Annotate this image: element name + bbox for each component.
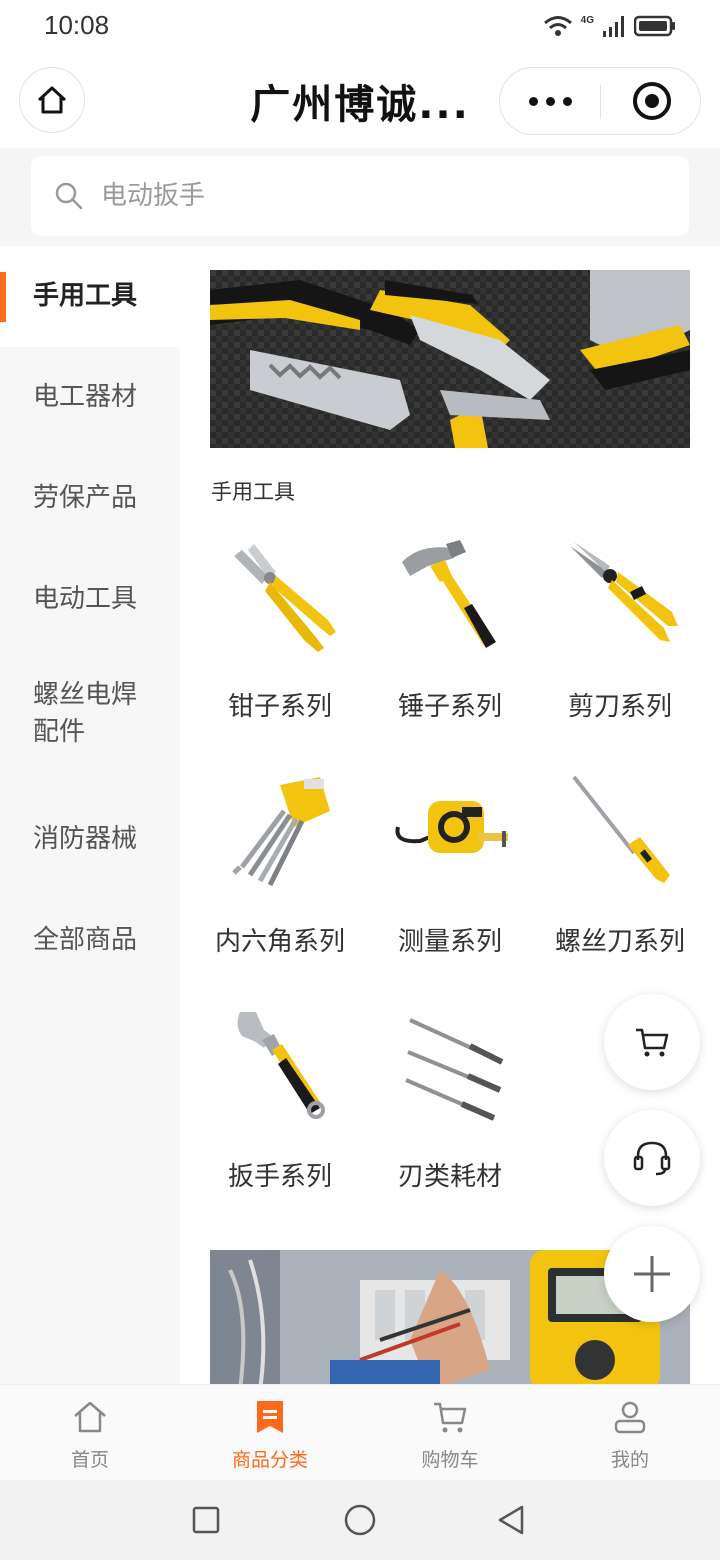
sidebar-item-label: 螺丝电焊配件 — [33, 680, 138, 747]
category-sidebar: 手用工具 电工器材 劳保产品 电动工具 螺丝电焊配件 消防器械 全部商品 — [0, 246, 180, 1384]
cart-icon — [636, 1028, 669, 1057]
category-item-hammers[interactable]: 锤子系列 — [365, 536, 535, 766]
more-options-button[interactable] — [500, 68, 600, 134]
category-item-pliers[interactable]: 钳子系列 — [195, 536, 365, 766]
category-item-label: 测量系列 — [397, 927, 502, 957]
sidebar-item-fire-equipment[interactable]: 消防器械 — [0, 789, 180, 890]
recent-apps-icon[interactable] — [192, 1506, 220, 1534]
battery-icon — [634, 15, 675, 37]
sidebar-item-power-tools[interactable]: 电动工具 — [0, 549, 180, 650]
tab-cart[interactable]: 购物车 — [360, 1385, 540, 1481]
tape-measure-icon — [395, 801, 508, 853]
back-icon[interactable] — [496, 1504, 526, 1536]
cart-icon — [434, 1402, 467, 1433]
tab-label: 我的 — [610, 1449, 649, 1471]
signal-icon — [603, 16, 624, 37]
tab-label: 首页 — [70, 1449, 109, 1471]
customer-service-fab[interactable] — [604, 1110, 700, 1206]
category-item-label: 刃类耗材 — [397, 1162, 502, 1192]
cart-fab[interactable] — [604, 994, 700, 1090]
plus-icon — [634, 1256, 670, 1292]
sidebar-item-label: 劳保产品 — [33, 483, 138, 513]
wrench-icon — [237, 1012, 325, 1119]
add-fab[interactable] — [604, 1226, 700, 1322]
status-time: 10:08 — [44, 10, 110, 40]
status-icons: 4G — [543, 12, 676, 40]
category-item-label: 钳子系列 — [227, 692, 332, 722]
sidebar-item-label: 全部商品 — [33, 925, 138, 955]
hammer-icon — [402, 540, 496, 648]
category-item-screwdrivers[interactable]: 螺丝刀系列 — [535, 771, 705, 1001]
home-icon — [74, 1401, 106, 1433]
headset-icon — [633, 1141, 671, 1176]
network-label: 4G — [580, 14, 594, 26]
navigation-bar: 广州博诚... — [0, 52, 720, 148]
search-box[interactable] — [31, 156, 689, 236]
page-title: 广州博诚... — [250, 82, 470, 128]
category-item-label: 扳手系列 — [227, 1162, 332, 1192]
tab-label: 购物车 — [421, 1449, 479, 1471]
category-item-label: 螺丝刀系列 — [554, 927, 685, 957]
pliers-icon — [234, 544, 336, 652]
sidebar-item-protective[interactable]: 劳保产品 — [0, 448, 180, 549]
home-button[interactable] — [19, 67, 85, 133]
category-item-label: 内六角系列 — [214, 927, 345, 957]
category-icon — [257, 1401, 283, 1433]
menu-capsule — [499, 67, 701, 135]
drill-bits-icon — [405, 1018, 504, 1121]
sidebar-item-hand-tools[interactable]: 手用工具 — [0, 246, 180, 347]
category-item-snips[interactable]: 剪刀系列 — [535, 536, 705, 766]
tab-category[interactable]: 商品分类 — [180, 1385, 360, 1481]
snips-icon — [570, 542, 678, 642]
search-area — [0, 148, 720, 246]
sidebar-item-label: 电工器材 — [33, 382, 138, 412]
tab-profile[interactable]: 我的 — [540, 1385, 720, 1481]
system-home-icon[interactable] — [344, 1504, 376, 1536]
screwdriver-icon — [572, 775, 670, 883]
close-miniprogram-button[interactable] — [633, 82, 671, 120]
category-item-hex-keys[interactable]: 内六角系列 — [195, 771, 365, 1001]
category-item-blades[interactable]: 刃类耗材 — [365, 1006, 535, 1236]
category-item-wrenches[interactable]: 扳手系列 — [195, 1006, 365, 1236]
category-banner[interactable] — [210, 270, 690, 448]
sidebar-item-label: 电动工具 — [33, 584, 138, 614]
system-navigation-bar — [0, 1480, 720, 1560]
section-title: 手用工具 — [211, 480, 295, 504]
wifi-icon — [543, 16, 572, 36]
sidebar-item-electrical[interactable]: 电工器材 — [0, 347, 180, 448]
user-icon — [614, 1401, 646, 1434]
sidebar-item-label: 手用工具 — [33, 281, 138, 311]
home-icon — [37, 86, 67, 114]
tab-label: 商品分类 — [231, 1449, 308, 1471]
category-item-measuring[interactable]: 测量系列 — [365, 771, 535, 1001]
pliers-banner-image — [210, 270, 690, 448]
tab-home[interactable]: 首页 — [0, 1385, 180, 1481]
sidebar-item-all-products[interactable]: 全部商品 — [0, 890, 180, 991]
sidebar-item-label: 消防器械 — [33, 824, 138, 854]
search-input[interactable] — [101, 156, 661, 236]
hex-keys-icon — [232, 777, 330, 887]
category-item-label: 剪刀系列 — [567, 692, 672, 722]
status-bar: 10:08 4G — [0, 0, 720, 52]
search-icon — [55, 182, 83, 210]
category-content: 手用工具 钳子系列 锤子系列 剪刀系列 内六角系列 测量系列 螺丝刀系列 扳手系… — [180, 246, 720, 1384]
category-item-label: 锤子系列 — [397, 692, 502, 722]
tab-bar: 首页 商品分类 购物车 我的 — [0, 1384, 720, 1480]
sidebar-item-screws-welding[interactable]: 螺丝电焊配件 — [0, 650, 180, 778]
